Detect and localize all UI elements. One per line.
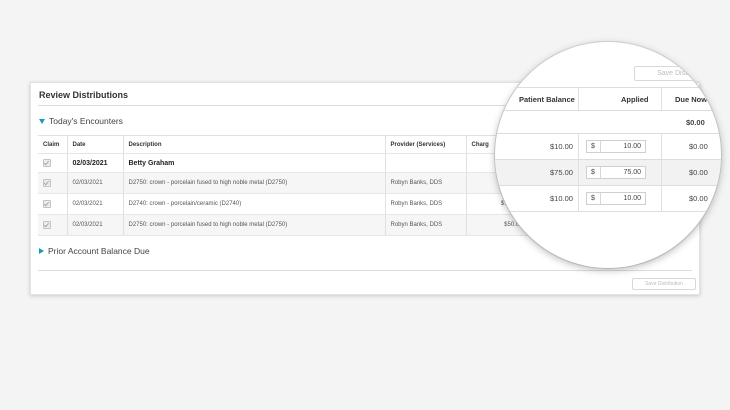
patient-balance-value: $10.00 <box>550 142 573 151</box>
patient-name: Betty Graham <box>123 153 386 173</box>
row-description: D2750: crown - porcelain fused to high n… <box>123 172 386 194</box>
group-due-now: $0.00 <box>686 118 705 127</box>
table-row: 02/03/2021 D2740: crown - porcelain/cera… <box>38 193 529 215</box>
row-provider: Robyn Banks, DDS <box>385 193 467 215</box>
divider <box>600 141 601 152</box>
divider <box>600 167 601 178</box>
header-applied: Applied <box>621 95 649 104</box>
panel-title: Review Distributions <box>39 90 129 100</box>
due-now-value: $0.00 <box>689 168 708 177</box>
applied-value: 10.00 <box>623 195 641 202</box>
encounters-table: Claim Date Description Provider (Service… <box>38 135 529 236</box>
table-row: 02/03/2021 D2750: crown - porcelain fuse… <box>38 214 529 236</box>
applied-value: 75.00 <box>623 169 641 176</box>
claim-cell <box>38 193 68 215</box>
row-provider: Robyn Banks, DDS <box>385 214 467 236</box>
save-distribution-button[interactable]: Save Distribution <box>632 278 696 290</box>
divider <box>495 211 721 212</box>
prior-balance-toggle[interactable]: Prior Account Balance Due <box>39 246 150 256</box>
row-provider: Robyn Banks, DDS <box>385 172 467 194</box>
applied-amount-input[interactable]: $ 10.00 <box>586 140 646 153</box>
row-date: 02/03/2021 <box>67 193 124 215</box>
row-description: D2740: crown - porcelain/ceramic (D2740) <box>123 193 386 215</box>
prior-balance-label: Prior Account Balance Due <box>48 246 150 256</box>
divider <box>495 110 721 111</box>
applied-amount-input[interactable]: $ 75.00 <box>586 166 646 179</box>
applied-value: 10.00 <box>623 143 641 150</box>
zoomed-save-button[interactable]: Save Distri <box>634 66 714 81</box>
claim-checkbox[interactable] <box>43 221 51 229</box>
group-date: 02/03/2021 <box>67 153 124 173</box>
magnified-view: Save Distri Patient Balance Applied Due … <box>495 42 721 268</box>
currency-symbol: $ <box>591 195 595 202</box>
claim-checkbox[interactable] <box>43 159 51 167</box>
claim-checkbox[interactable] <box>43 179 51 187</box>
header-patient-balance: Patient Balance <box>519 95 575 104</box>
todays-encounters-toggle[interactable]: Today's Encounters <box>39 116 123 126</box>
due-now-value: $0.00 <box>689 142 708 151</box>
magnifier-lens: Save Distri Patient Balance Applied Due … <box>495 42 721 268</box>
currency-symbol: $ <box>591 169 595 176</box>
divider <box>661 87 662 110</box>
empty-cell <box>385 153 467 173</box>
due-now-value: $0.00 <box>689 194 708 203</box>
header-date: Date <box>67 135 124 154</box>
caret-down-icon <box>39 118 45 124</box>
header-provider: Provider (Services) <box>385 135 467 154</box>
divider <box>600 193 601 204</box>
row-date: 02/03/2021 <box>67 172 124 194</box>
header-description: Description <box>123 135 386 154</box>
row-date: 02/03/2021 <box>67 214 124 236</box>
patient-balance-value: $10.00 <box>550 194 573 203</box>
claim-cell <box>38 172 68 194</box>
claim-cell <box>38 153 68 173</box>
divider <box>661 133 662 211</box>
divider <box>495 185 721 186</box>
divider <box>578 133 579 211</box>
divider <box>38 270 692 271</box>
divider <box>495 133 721 134</box>
claim-cell <box>38 214 68 236</box>
divider <box>495 159 721 160</box>
caret-right-icon <box>39 248 44 254</box>
table-row: 02/03/2021 D2750: crown - porcelain fuse… <box>38 172 529 194</box>
table-header-row: Claim Date Description Provider (Service… <box>38 135 529 154</box>
applied-amount-input[interactable]: $ 10.00 <box>586 192 646 205</box>
patient-group-row: 02/03/2021 Betty Graham <box>38 153 529 173</box>
header-claim: Claim <box>38 135 68 154</box>
header-due-now: Due Now <box>675 95 708 104</box>
divider <box>578 87 579 110</box>
patient-balance-value: $75.00 <box>550 168 573 177</box>
row-description: D2750: crown - porcelain fused to high n… <box>123 214 386 236</box>
divider <box>495 87 721 88</box>
claim-checkbox[interactable] <box>43 200 51 208</box>
currency-symbol: $ <box>591 143 595 150</box>
todays-encounters-label: Today's Encounters <box>49 116 123 126</box>
